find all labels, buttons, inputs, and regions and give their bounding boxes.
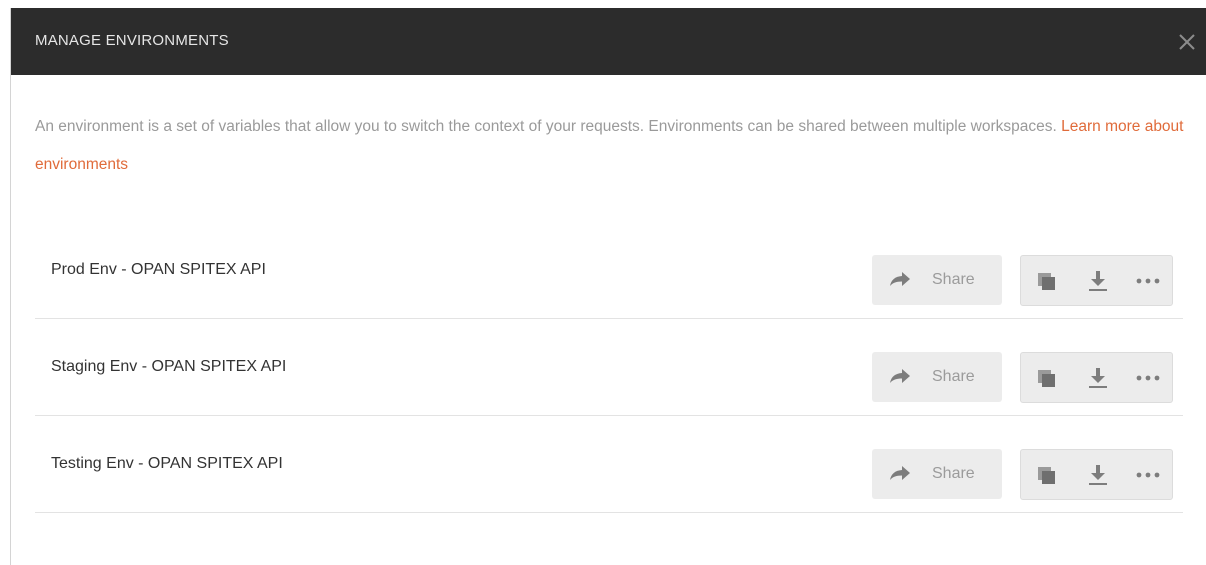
- environment-actions: [1020, 449, 1173, 500]
- download-button[interactable]: [1072, 256, 1123, 305]
- duplicate-icon: [1038, 467, 1055, 484]
- share-label: Share: [932, 271, 975, 288]
- duplicate-icon: [1038, 273, 1055, 290]
- download-icon: [1089, 368, 1107, 388]
- environment-name[interactable]: Prod Env - OPAN SPITEX API: [51, 222, 266, 318]
- manage-environments-modal: MANAGE ENVIRONMENTS An environment is a …: [10, 8, 1206, 565]
- environment-row[interactable]: Testing Env - OPAN SPITEX API Share: [35, 416, 1183, 513]
- share-label: Share: [932, 465, 975, 482]
- share-arrow-icon: [890, 272, 910, 286]
- more-options-icon: [1136, 472, 1160, 478]
- modal-title: MANAGE ENVIRONMENTS: [35, 32, 229, 49]
- modal-header: MANAGE ENVIRONMENTS: [11, 8, 1206, 75]
- share-label: Share: [932, 368, 975, 385]
- close-icon: [1179, 34, 1195, 50]
- download-icon: [1089, 465, 1107, 485]
- environment-row[interactable]: Prod Env - OPAN SPITEX API Share: [35, 222, 1183, 319]
- environment-name[interactable]: Testing Env - OPAN SPITEX API: [51, 416, 283, 512]
- environment-actions: [1020, 255, 1173, 306]
- share-button[interactable]: Share: [872, 449, 1002, 499]
- duplicate-icon: [1038, 370, 1055, 387]
- more-options-button[interactable]: [1123, 353, 1172, 402]
- environment-actions: [1020, 352, 1173, 403]
- download-button[interactable]: [1072, 353, 1123, 402]
- description-text: An environment is a set of variables tha…: [35, 118, 1062, 135]
- share-arrow-icon: [890, 466, 910, 480]
- more-options-button[interactable]: [1123, 256, 1172, 305]
- more-options-button[interactable]: [1123, 450, 1172, 499]
- environments-description: An environment is a set of variables tha…: [35, 108, 1185, 184]
- duplicate-button[interactable]: [1021, 450, 1072, 499]
- environment-row[interactable]: Staging Env - OPAN SPITEX API Share: [35, 319, 1183, 416]
- duplicate-button[interactable]: [1021, 353, 1072, 402]
- close-button[interactable]: [1167, 22, 1206, 62]
- share-button[interactable]: Share: [872, 255, 1002, 305]
- share-arrow-icon: [890, 369, 910, 383]
- more-options-icon: [1136, 375, 1160, 381]
- download-icon: [1089, 271, 1107, 291]
- environment-name[interactable]: Staging Env - OPAN SPITEX API: [51, 319, 286, 415]
- download-button[interactable]: [1072, 450, 1123, 499]
- share-button[interactable]: Share: [872, 352, 1002, 402]
- duplicate-button[interactable]: [1021, 256, 1072, 305]
- more-options-icon: [1136, 278, 1160, 284]
